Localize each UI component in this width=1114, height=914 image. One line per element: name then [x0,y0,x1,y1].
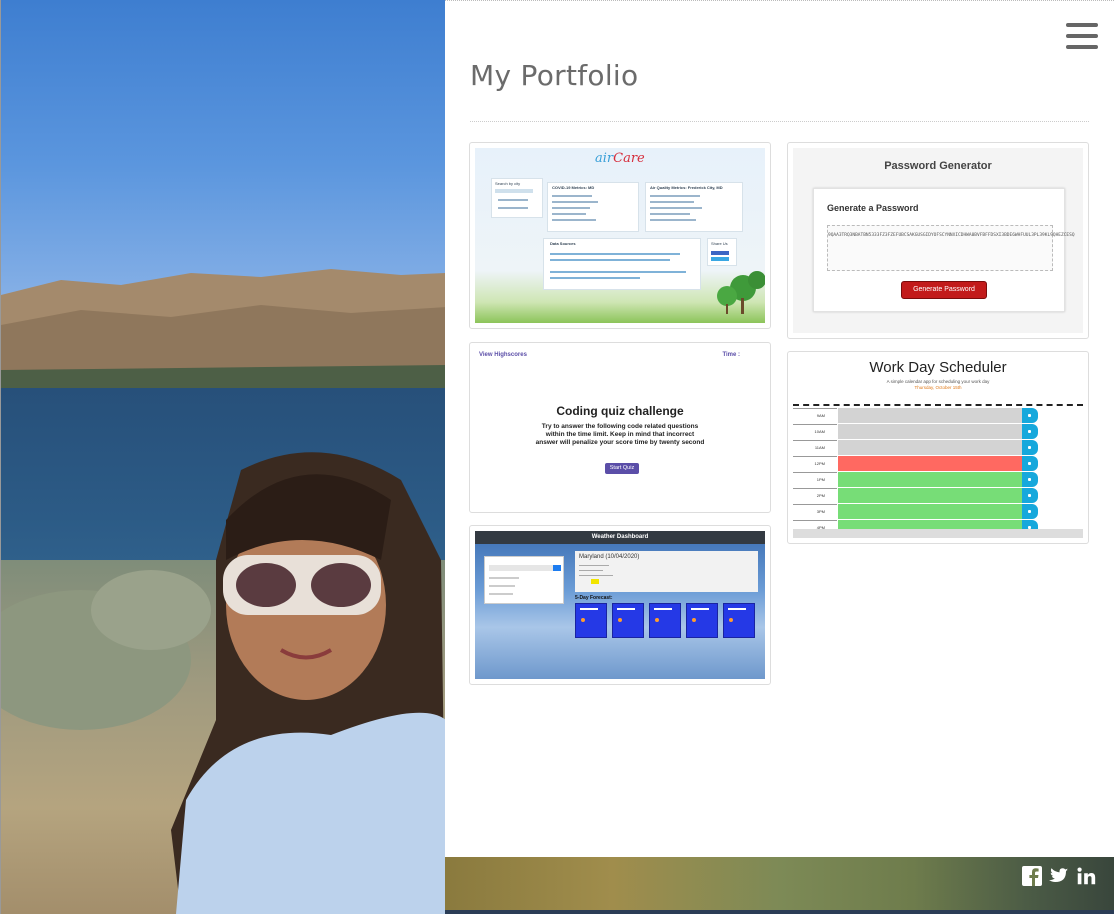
aircare-trees [717,271,765,314]
quiz-highscores-link: View Highscores [479,352,527,358]
weather-forecast-day [612,603,644,638]
scheduler-hour-label: 10AM [793,424,837,439]
aircare-airquality-label: Air Quality Metrics: Frederick City, MD [650,185,723,190]
project-card-password-generator[interactable]: Password Generator Generate a Password 9… [787,142,1089,339]
scheduler-hour-label: 3PM [793,504,837,519]
twitter-icon[interactable] [1047,865,1069,887]
project-card-coding-quiz[interactable]: View Highscores Time : Coding quiz chall… [469,342,771,513]
scheduler-save-icon [1022,424,1038,439]
quiz-time-label: Time : [722,352,740,358]
title-divider [470,121,1089,122]
aircare-airquality-box: Air Quality Metrics: Frederick City, MD [645,182,743,232]
aircare-search-label: Search by city [495,181,521,186]
scheduler-hour-label: 1PM [793,472,837,487]
scheduler-subtitle: A simple calendar app for scheduling you… [793,379,1083,391]
aircare-sources-label: Data Sources [550,241,576,246]
scheduler-hour-label: 2PM [793,488,837,503]
pw-card: Generate a Password 9QAA3TRQ3NBATBN5333F… [813,188,1075,312]
project-card-weather-dashboard[interactable]: Weather Dashboard Maryland (10/04/2020) … [469,525,771,685]
quiz-screenshot: View Highscores Time : Coding quiz chall… [475,348,765,507]
scheduler-save-icon [1022,472,1038,487]
pw-generate-button: Generate Password [901,281,987,299]
linkedin-icon[interactable] [1075,865,1097,887]
weather-uv-badge [591,579,599,584]
person-figure [1,452,445,914]
scheduler-hour-label: 9AM [793,408,837,423]
pw-subtitle: Generate a Password [827,203,919,213]
password-generator-screenshot: Password Generator Generate a Password 9… [793,148,1083,333]
weather-forecast-day [723,603,755,638]
portfolio-content: My Portfolio airCare Search by city COVI… [445,0,1114,857]
aircare-search-box: Search by city [491,178,543,218]
hamburger-menu-icon[interactable] [1066,23,1098,49]
weather-current-panel: Maryland (10/04/2020) [575,551,758,592]
quiz-title: Coding quiz challenge [556,404,684,418]
scheduler-save-icon [1022,440,1038,455]
project-card-work-day-scheduler[interactable]: Work Day Scheduler A simple calendar app… [787,351,1089,544]
weather-title: Weather Dashboard [475,531,765,544]
weather-screenshot: Weather Dashboard Maryland (10/04/2020) … [475,531,765,679]
scheduler-time-block [838,456,1022,472]
aircare-covid-label: COVID-19 Metrics: MD [552,185,595,190]
weather-forecast-label: 5-Day Forecast: [575,595,613,601]
scheduler-save-icon [1022,488,1038,503]
scheduler-footer [793,529,1083,538]
weather-city: Maryland (10/04/2020) [579,554,640,560]
menu-bar [1066,23,1098,27]
aircare-share-label: Share Us [711,241,728,246]
scheduler-save-icon [1022,504,1038,519]
scheduler-time-block [838,440,1022,456]
pw-output: 9QAA3TRQ3NBATBN5333FZ3FZEFUBCSAKGUSGIDYO… [827,225,1075,271]
quiz-start-button: Start Quiz [605,463,639,474]
menu-bar [1066,34,1098,38]
weather-forecast-day [649,603,681,638]
weather-search-panel [484,556,564,604]
weather-forecast-day [575,603,607,638]
scheduler-time-block [838,424,1022,440]
scheduler-save-icon [1022,456,1038,471]
quiz-description: Try to answer the following code related… [535,423,705,446]
scheduler-time-block [838,408,1022,424]
aircare-logo: airCare [595,151,645,166]
profile-photo [0,0,445,914]
page-title: My Portfolio [470,59,639,92]
menu-bar [1066,45,1098,49]
footer [445,857,1114,914]
scheduler-date: Thursday, October 15th [914,385,962,390]
scheduler-hour-label: 12PM [793,456,837,471]
aircare-sources-box: Data Sources [543,238,701,290]
scheduler-hour-label: 11AM [793,440,837,455]
aircare-screenshot: airCare Search by city COVID-19 Metrics:… [475,148,765,323]
scheduler-save-icon [1022,408,1038,423]
facebook-icon[interactable] [1021,865,1043,887]
scheduler-screenshot: Work Day Scheduler A simple calendar app… [793,357,1083,538]
scheduler-title: Work Day Scheduler [869,359,1007,376]
pw-title: Password Generator [884,160,992,172]
weather-forecast-day [686,603,718,638]
scheduler-time-block [838,472,1022,488]
scheduler-time-block [838,488,1022,504]
aircare-covid-box: COVID-19 Metrics: MD [547,182,639,232]
project-card-aircare[interactable]: airCare Search by city COVID-19 Metrics:… [469,142,771,329]
scheduler-time-block [838,504,1022,520]
